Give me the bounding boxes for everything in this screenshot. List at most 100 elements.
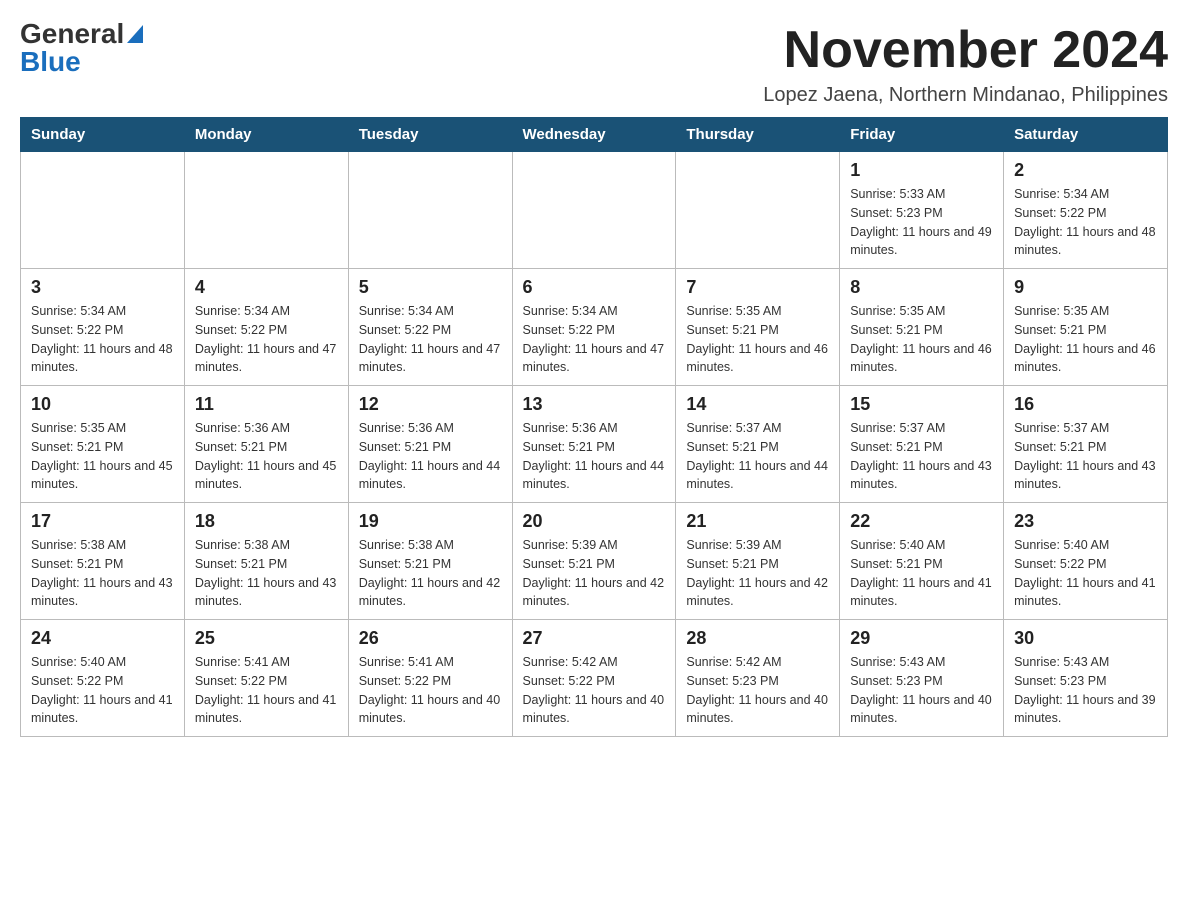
day-number: 7 <box>686 277 829 298</box>
day-info: Sunrise: 5:42 AMSunset: 5:23 PMDaylight:… <box>686 653 829 728</box>
month-title: November 2024 <box>763 20 1168 80</box>
weekday-header-sunday: Sunday <box>21 118 185 152</box>
calendar-cell: 16 Sunrise: 5:37 AMSunset: 5:21 PMDayligh… <box>1004 386 1168 503</box>
calendar-cell: 20 Sunrise: 5:39 AMSunset: 5:21 PMDayligh… <box>512 503 676 620</box>
calendar-cell: 8Sunrise: 5:35 AMSunset: 5:21 PMDaylight… <box>840 269 1004 386</box>
calendar-cell <box>184 152 348 269</box>
day-number: 10 <box>31 394 174 415</box>
logo-blue-text: Blue <box>20 48 81 76</box>
day-number: 12 <box>359 394 502 415</box>
day-info: Sunrise: 5:37 AMSunset: 5:21 PMDaylight:… <box>850 419 993 494</box>
calendar-cell: 17Sunrise: 5:38 AMSunset: 5:21 PMDayligh… <box>21 503 185 620</box>
day-number: 4 <box>195 277 338 298</box>
day-info: Sunrise: 5:37 AMSunset: 5:21 PMDaylight:… <box>1014 419 1157 494</box>
day-number: 9 <box>1014 277 1157 298</box>
calendar-cell <box>348 152 512 269</box>
day-number: 22 <box>850 511 993 532</box>
day-number: 2 <box>1014 160 1157 181</box>
day-number: 20 <box>523 511 666 532</box>
day-info: Sunrise: 5:39 AMSunset: 5:21 PMDaylight:… <box>686 536 829 611</box>
calendar-cell: 23 Sunrise: 5:40 AMSunset: 5:22 PMDayligh… <box>1004 503 1168 620</box>
calendar-cell <box>676 152 840 269</box>
day-info: Sunrise: 5:34 AMSunset: 5:22 PMDaylight:… <box>195 302 338 377</box>
day-number: 18 <box>195 511 338 532</box>
calendar-table: SundayMondayTuesdayWednesdayThursdayFrid… <box>20 117 1168 737</box>
week-row-3: 10 Sunrise: 5:35 AMSunset: 5:21 PMDayligh… <box>21 386 1168 503</box>
day-number: 14 <box>686 394 829 415</box>
day-number: 25 <box>195 628 338 649</box>
calendar-cell: 25Sunrise: 5:41 AMSunset: 5:22 PMDayligh… <box>184 620 348 737</box>
weekday-header-tuesday: Tuesday <box>348 118 512 152</box>
day-info: Sunrise: 5:34 AMSunset: 5:22 PMDaylight:… <box>31 302 174 377</box>
day-number: 23 <box>1014 511 1157 532</box>
calendar-cell: 11 Sunrise: 5:36 AMSunset: 5:21 PMDayligh… <box>184 386 348 503</box>
calendar-cell: 6 Sunrise: 5:34 AMSunset: 5:22 PMDaylight… <box>512 269 676 386</box>
day-info: Sunrise: 5:42 AMSunset: 5:22 PMDaylight:… <box>523 653 666 728</box>
logo-general-text: General <box>20 20 124 48</box>
day-number: 29 <box>850 628 993 649</box>
day-info: Sunrise: 5:37 AMSunset: 5:21 PMDaylight:… <box>686 419 829 494</box>
day-number: 16 <box>1014 394 1157 415</box>
calendar-cell: 7 Sunrise: 5:35 AMSunset: 5:21 PMDaylight… <box>676 269 840 386</box>
calendar-cell: 21 Sunrise: 5:39 AMSunset: 5:21 PMDayligh… <box>676 503 840 620</box>
day-info: Sunrise: 5:35 AMSunset: 5:21 PMDaylight:… <box>1014 302 1157 377</box>
day-info: Sunrise: 5:34 AMSunset: 5:22 PMDaylight:… <box>1014 185 1157 260</box>
weekday-header-thursday: Thursday <box>676 118 840 152</box>
calendar-cell: 30Sunrise: 5:43 AMSunset: 5:23 PMDayligh… <box>1004 620 1168 737</box>
calendar-cell: 3 Sunrise: 5:34 AMSunset: 5:22 PMDaylight… <box>21 269 185 386</box>
day-info: Sunrise: 5:34 AMSunset: 5:22 PMDaylight:… <box>359 302 502 377</box>
calendar-cell: 12 Sunrise: 5:36 AMSunset: 5:21 PMDayligh… <box>348 386 512 503</box>
calendar-cell: 2 Sunrise: 5:34 AMSunset: 5:22 PMDaylight… <box>1004 152 1168 269</box>
calendar-cell: 15 Sunrise: 5:37 AMSunset: 5:21 PMDayligh… <box>840 386 1004 503</box>
day-number: 27 <box>523 628 666 649</box>
calendar-cell: 19Sunrise: 5:38 AMSunset: 5:21 PMDayligh… <box>348 503 512 620</box>
week-row-1: 1 Sunrise: 5:33 AMSunset: 5:23 PMDaylight… <box>21 152 1168 269</box>
calendar-cell: 4 Sunrise: 5:34 AMSunset: 5:22 PMDaylight… <box>184 269 348 386</box>
weekday-header-friday: Friday <box>840 118 1004 152</box>
day-info: Sunrise: 5:36 AMSunset: 5:21 PMDaylight:… <box>359 419 502 494</box>
day-info: Sunrise: 5:40 AMSunset: 5:22 PMDaylight:… <box>31 653 174 728</box>
calendar-cell: 14 Sunrise: 5:37 AMSunset: 5:21 PMDayligh… <box>676 386 840 503</box>
day-number: 21 <box>686 511 829 532</box>
day-info: Sunrise: 5:36 AMSunset: 5:21 PMDaylight:… <box>195 419 338 494</box>
day-info: Sunrise: 5:40 AMSunset: 5:21 PMDaylight:… <box>850 536 993 611</box>
calendar-cell: 27 Sunrise: 5:42 AMSunset: 5:22 PMDayligh… <box>512 620 676 737</box>
calendar-cell: 28 Sunrise: 5:42 AMSunset: 5:23 PMDayligh… <box>676 620 840 737</box>
calendar-cell: 9 Sunrise: 5:35 AMSunset: 5:21 PMDaylight… <box>1004 269 1168 386</box>
day-number: 28 <box>686 628 829 649</box>
weekday-header-row: SundayMondayTuesdayWednesdayThursdayFrid… <box>21 118 1168 152</box>
calendar-cell: 5 Sunrise: 5:34 AMSunset: 5:22 PMDaylight… <box>348 269 512 386</box>
location-title: Lopez Jaena, Northern Mindanao, Philippi… <box>763 84 1168 107</box>
day-number: 11 <box>195 394 338 415</box>
calendar-cell <box>21 152 185 269</box>
day-number: 15 <box>850 394 993 415</box>
day-number: 24 <box>31 628 174 649</box>
calendar-cell <box>512 152 676 269</box>
calendar-cell: 22 Sunrise: 5:40 AMSunset: 5:21 PMDayligh… <box>840 503 1004 620</box>
day-info: Sunrise: 5:36 AMSunset: 5:21 PMDaylight:… <box>523 419 666 494</box>
day-number: 13 <box>523 394 666 415</box>
day-info: Sunrise: 5:34 AMSunset: 5:22 PMDaylight:… <box>523 302 666 377</box>
day-number: 5 <box>359 277 502 298</box>
calendar-cell: 10 Sunrise: 5:35 AMSunset: 5:21 PMDayligh… <box>21 386 185 503</box>
day-info: Sunrise: 5:35 AMSunset: 5:21 PMDaylight:… <box>686 302 829 377</box>
weekday-header-saturday: Saturday <box>1004 118 1168 152</box>
day-number: 6 <box>523 277 666 298</box>
day-number: 1 <box>850 160 993 181</box>
day-number: 3 <box>31 277 174 298</box>
calendar-cell: 13 Sunrise: 5:36 AMSunset: 5:21 PMDayligh… <box>512 386 676 503</box>
day-number: 8 <box>850 277 993 298</box>
day-info: Sunrise: 5:40 AMSunset: 5:22 PMDaylight:… <box>1014 536 1157 611</box>
page-header: General Blue November 2024 Lopez Jaena, … <box>20 20 1168 107</box>
day-info: Sunrise: 5:38 AMSunset: 5:21 PMDaylight:… <box>359 536 502 611</box>
day-info: Sunrise: 5:33 AMSunset: 5:23 PMDaylight:… <box>850 185 993 260</box>
logo: General Blue <box>20 20 143 76</box>
week-row-4: 17Sunrise: 5:38 AMSunset: 5:21 PMDayligh… <box>21 503 1168 620</box>
weekday-header-monday: Monday <box>184 118 348 152</box>
title-area: November 2024 Lopez Jaena, Northern Mind… <box>763 20 1168 107</box>
day-info: Sunrise: 5:35 AMSunset: 5:21 PMDaylight:… <box>31 419 174 494</box>
day-info: Sunrise: 5:43 AMSunset: 5:23 PMDaylight:… <box>850 653 993 728</box>
weekday-header-wednesday: Wednesday <box>512 118 676 152</box>
day-info: Sunrise: 5:38 AMSunset: 5:21 PMDaylight:… <box>31 536 174 611</box>
day-info: Sunrise: 5:39 AMSunset: 5:21 PMDaylight:… <box>523 536 666 611</box>
